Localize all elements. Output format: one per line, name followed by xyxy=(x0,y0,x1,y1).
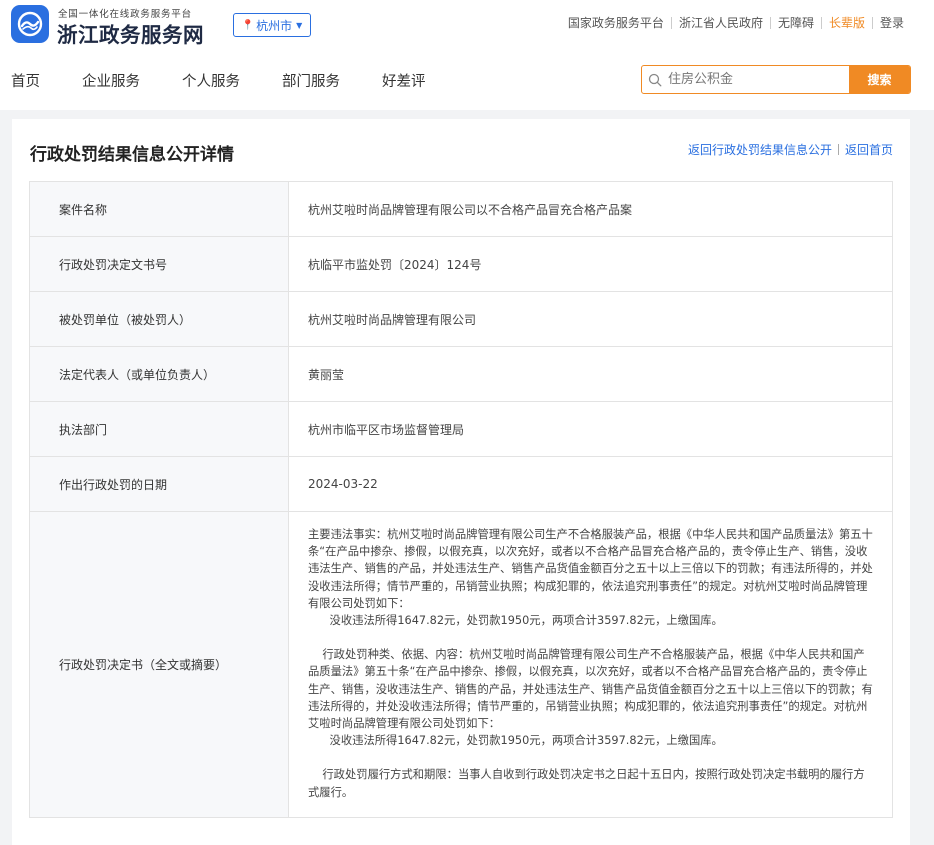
search-input[interactable] xyxy=(668,66,849,93)
login-link[interactable]: 登录 xyxy=(873,14,911,31)
main-nav: 首页 企业服务 个人服务 部门服务 好差评 xyxy=(11,70,468,91)
link-elder-mode[interactable]: 长辈版 xyxy=(822,14,872,31)
search-button[interactable]: 搜索 xyxy=(849,66,910,93)
link-provincial-government[interactable]: 浙江省人民政府 xyxy=(672,14,770,31)
link-accessibility[interactable]: 无障碍 xyxy=(771,14,821,31)
row-label: 行政处罚决定文书号 xyxy=(29,236,289,292)
row-value: 杭临平市监处罚〔2024〕124号 xyxy=(288,236,893,292)
caret-down-icon: ▼ xyxy=(296,20,303,30)
table-row: 被处罚单位（被处罚人） 杭州艾啦时尚品牌管理有限公司 xyxy=(29,291,893,347)
page-title: 行政处罚结果信息公开详情 xyxy=(30,145,234,165)
decision-paragraph: 行政处罚履行方式和期限：当事人自收到行政处罚决定书之日起十五日内，按照行政处罚决… xyxy=(308,768,865,799)
table-row: 案件名称 杭州艾啦时尚品牌管理有限公司以不合格产品冒充合格产品案 xyxy=(29,181,893,237)
city-name: 杭州市 xyxy=(256,18,293,33)
back-to-home-link[interactable]: 返回首页 xyxy=(845,141,893,158)
row-value: 杭州艾啦时尚品牌管理有限公司 xyxy=(288,291,893,347)
row-label: 作出行政处罚的日期 xyxy=(29,456,289,512)
city-selector[interactable]: 📍 杭州市 ▼ xyxy=(233,13,311,37)
decision-paragraph: 主要违法事实：杭州艾啦时尚品牌管理有限公司生产不合格服装产品，根据《中华人民共和… xyxy=(308,528,873,628)
table-row: 法定代表人（或单位负责人） 黄丽莹 xyxy=(29,346,893,402)
link-national-platform[interactable]: 国家政务服务平台 xyxy=(561,14,671,31)
search-icon xyxy=(642,66,668,93)
decision-text: 主要违法事实：杭州艾啦时尚品牌管理有限公司生产不合格服装产品，根据《中华人民共和… xyxy=(288,511,893,818)
top-links: 国家政务服务平台 浙江省人民政府 无障碍 长辈版 登录 xyxy=(561,14,911,31)
table-row: 行政处罚决定书（全文或摘要） 主要违法事实：杭州艾啦时尚品牌管理有限公司生产不合… xyxy=(29,511,893,818)
nav-department-services[interactable]: 部门服务 xyxy=(282,70,340,91)
location-pin-icon: 📍 xyxy=(241,19,255,31)
table-row: 作出行政处罚的日期 2024-03-22 xyxy=(29,456,893,512)
site-name[interactable]: 浙江政务服务网 xyxy=(57,18,204,48)
search-box: 搜索 xyxy=(641,65,911,94)
row-label: 被处罚单位（被处罚人） xyxy=(29,291,289,347)
table-row: 行政处罚决定文书号 杭临平市监处罚〔2024〕124号 xyxy=(29,236,893,292)
row-label: 行政处罚决定书（全文或摘要） xyxy=(29,511,289,818)
row-label: 案件名称 xyxy=(29,181,289,237)
detail-card: 行政处罚结果信息公开详情 返回行政处罚结果信息公开 返回首页 案件名称 杭州艾啦… xyxy=(12,119,910,845)
row-value: 黄丽莹 xyxy=(288,346,893,402)
row-value: 杭州市临平区市场监督管理局 xyxy=(288,401,893,457)
site-header: 全国一体化在线政务服务平台 浙江政务服务网 📍 杭州市 ▼ 国家政务服务平台 浙… xyxy=(0,0,934,110)
decision-paragraph: 行政处罚种类、依据、内容：杭州艾啦时尚品牌管理有限公司生产不合格服装产品，根据《… xyxy=(308,648,873,748)
back-to-list-link[interactable]: 返回行政处罚结果信息公开 xyxy=(688,141,832,158)
nav-personal-services[interactable]: 个人服务 xyxy=(182,70,240,91)
row-value: 杭州艾啦时尚品牌管理有限公司以不合格产品冒充合格产品案 xyxy=(288,181,893,237)
back-links: 返回行政处罚结果信息公开 返回首页 xyxy=(688,141,893,158)
row-label: 执法部门 xyxy=(29,401,289,457)
detail-table: 案件名称 杭州艾啦时尚品牌管理有限公司以不合格产品冒充合格产品案 行政处罚决定文… xyxy=(29,181,893,818)
row-value: 2024-03-22 xyxy=(288,456,893,512)
logo-icon xyxy=(17,11,43,37)
nav-service-rating[interactable]: 好差评 xyxy=(382,70,426,91)
table-row: 执法部门 杭州市临平区市场监督管理局 xyxy=(29,401,893,457)
divider xyxy=(837,144,839,155)
row-label: 法定代表人（或单位负责人） xyxy=(29,346,289,402)
nav-home[interactable]: 首页 xyxy=(11,70,40,91)
site-logo[interactable] xyxy=(11,5,49,43)
nav-business-services[interactable]: 企业服务 xyxy=(82,70,140,91)
